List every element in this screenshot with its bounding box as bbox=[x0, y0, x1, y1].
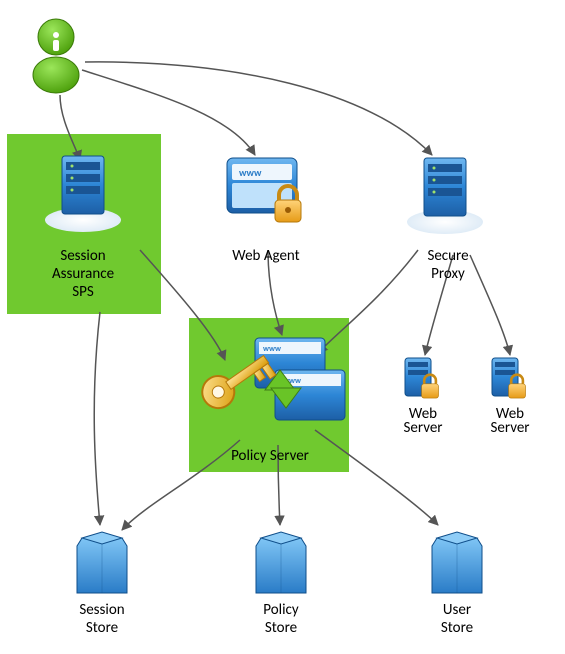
secure-proxy-node bbox=[407, 158, 483, 234]
secure-proxy-label-2: Proxy bbox=[431, 265, 465, 283]
web-server-1-node bbox=[405, 358, 439, 398]
user-store-label-2: Store bbox=[441, 619, 473, 637]
session-store-node bbox=[77, 532, 127, 593]
web-server-2-node bbox=[492, 358, 526, 398]
web-server-1-label-2: Server bbox=[403, 419, 442, 437]
policy-store-node bbox=[256, 532, 306, 593]
edge-proxy-web2 bbox=[470, 255, 510, 355]
secure-proxy-label-1: Secure bbox=[427, 247, 468, 265]
session-store-label-1: Session bbox=[79, 601, 124, 619]
svg-text:www: www bbox=[263, 344, 281, 354]
session-assurance-label-1: Session bbox=[60, 247, 105, 265]
policy-store-label-2: Store bbox=[265, 619, 297, 637]
svg-text:www: www bbox=[239, 166, 262, 179]
session-assurance-label-2: Assurance bbox=[52, 265, 114, 283]
edge-policy-userstore bbox=[315, 430, 438, 525]
user-icon bbox=[33, 19, 79, 93]
user-store-node bbox=[432, 532, 482, 593]
policy-store-label-1: Policy bbox=[263, 601, 299, 619]
user-store-label-1: User bbox=[443, 601, 471, 619]
edge-proxy-policy bbox=[318, 250, 418, 353]
architecture-diagram: Session Assurance SPS www Web Agent Secu… bbox=[0, 0, 565, 654]
session-assurance-label-3: SPS bbox=[72, 283, 94, 301]
session-store-label-2: Store bbox=[86, 619, 118, 637]
policy-server-label: Policy Server bbox=[231, 447, 309, 465]
web-server-2-label-2: Server bbox=[490, 419, 529, 437]
edge-session-sessionstore bbox=[94, 312, 100, 525]
web-agent-label: Web Agent bbox=[232, 247, 299, 265]
web-agent-node: www bbox=[227, 158, 301, 222]
